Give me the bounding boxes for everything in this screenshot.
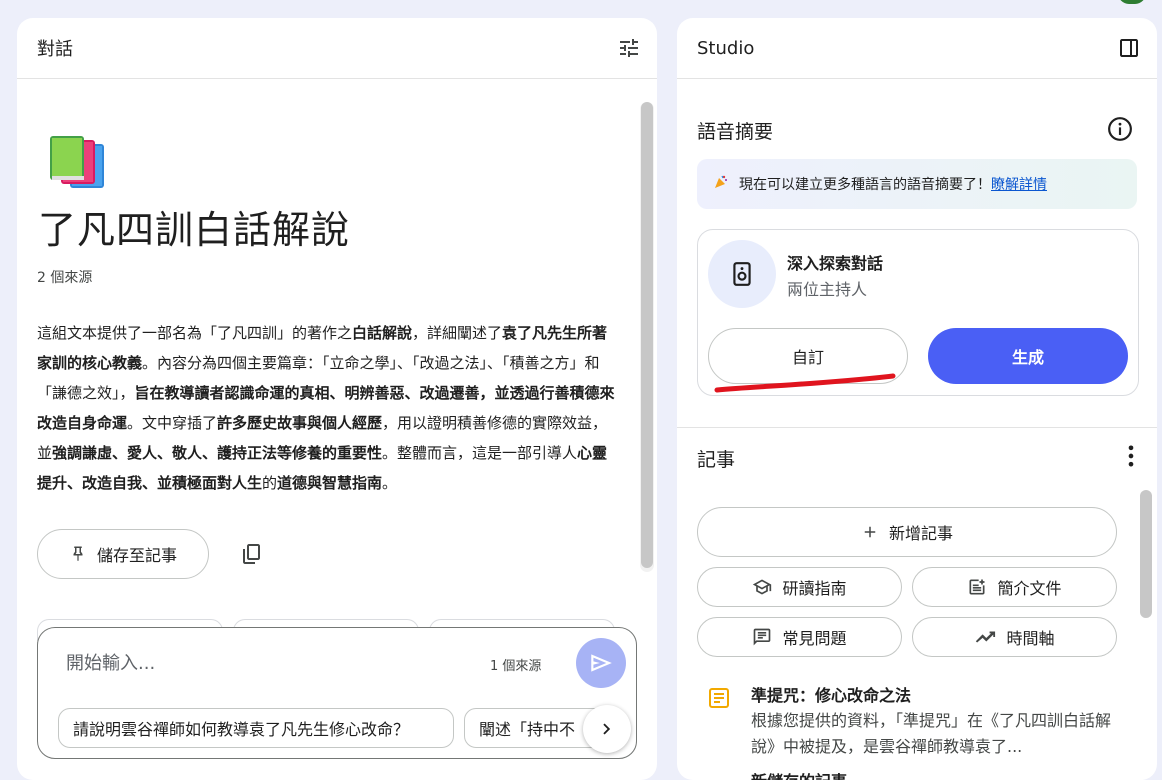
save-to-note-button[interactable]: 儲存至記事 xyxy=(37,529,209,579)
audio-card-title: 深入探索對話 xyxy=(787,254,884,273)
collapse-panel-icon[interactable] xyxy=(1113,32,1145,64)
next-note-peek: 新儲存的記事 xyxy=(751,770,847,780)
section-divider xyxy=(677,427,1157,428)
school-icon xyxy=(753,579,772,595)
faq-label: 常見問題 xyxy=(782,629,847,648)
info-icon[interactable] xyxy=(1107,116,1133,146)
add-note-button[interactable]: 新增記事 xyxy=(697,507,1117,557)
party-popper-icon xyxy=(713,174,729,194)
composer-source-count: 1 個來源 xyxy=(490,659,542,674)
study-guide-button[interactable]: 研讀指南 xyxy=(697,567,902,607)
more-vert-icon[interactable] xyxy=(1117,442,1145,474)
summary-bold-text: 許多歷史故事與個人經歷 xyxy=(217,414,383,432)
suggestion-chip-label: 請說明雲谷禪師如何教導袁了凡先生修心改命？ xyxy=(73,720,410,739)
timeline-button[interactable]: 時間軸 xyxy=(912,617,1117,657)
chat-header: 對話 xyxy=(17,18,657,79)
briefing-doc-label: 簡介文件 xyxy=(997,579,1062,598)
account-avatar[interactable] xyxy=(1118,0,1146,4)
chat-input[interactable] xyxy=(66,648,466,678)
next-suggestions-button[interactable] xyxy=(583,705,631,753)
audio-card-subtitle: 兩位主持人 xyxy=(787,280,868,299)
source-count: 2 個來源 xyxy=(37,270,93,286)
summary-text: 。整體而言，這是一部引導人 xyxy=(382,444,578,462)
faq-icon xyxy=(754,628,771,646)
send-icon xyxy=(591,654,612,672)
summary-text: ，詳細闡述了 xyxy=(412,324,503,342)
generate-button[interactable]: 生成 xyxy=(928,328,1128,384)
studio-title: Studio xyxy=(697,37,755,59)
summary-bold-text: 道德與智慧指南 xyxy=(277,474,383,492)
tune-icon[interactable] xyxy=(613,32,645,64)
chat-panel: 對話 了凡四訓白話解說 2 個來源 這組文本提供了一部名為「了凡四訓」的著作之白… xyxy=(17,18,657,780)
chat-title: 對話 xyxy=(37,39,73,60)
send-button[interactable] xyxy=(576,638,626,688)
timeline-icon xyxy=(976,631,996,643)
save-to-note-label: 儲存至記事 xyxy=(96,546,177,565)
language-banner: 現在可以建立更多種語言的語音摘要了！瞭解詳情 xyxy=(697,159,1137,209)
plus-icon xyxy=(864,526,876,538)
studio-panel: Studio 語音摘要 現在可以建立更多種語言的語音摘要了！瞭解詳情 深入探索對… xyxy=(677,18,1157,780)
summary-text: 這組文本提供了一部名為「了凡四訓」的著作之 xyxy=(37,324,353,342)
summary-text: 。 xyxy=(382,474,398,492)
add-note-label: 新增記事 xyxy=(888,524,953,543)
notes-title: 記事 xyxy=(697,449,736,471)
notebook-summary: 這組文本提供了一部名為「了凡四訓」的著作之白話解說，詳細闡述了袁了凡先生所著家訓… xyxy=(37,318,619,498)
learn-more-link[interactable]: 瞭解詳情 xyxy=(991,177,1047,193)
summary-text: 。文中穿插了 xyxy=(127,414,218,432)
studio-header: Studio xyxy=(677,18,1157,79)
audio-overview-title: 語音摘要 xyxy=(697,121,774,143)
banner-text: 現在可以建立更多種語言的語音摘要了！ xyxy=(739,177,991,193)
books-icon xyxy=(50,136,104,188)
summary-bold-text: 白話解說 xyxy=(352,324,413,342)
chat-scrollbar[interactable] xyxy=(641,102,653,568)
generate-label: 生成 xyxy=(1011,348,1044,367)
summary-bold-text: 強調謙虛、愛人、敬人、護持正法等修養的重要性 xyxy=(52,444,383,462)
study-guide-label: 研讀指南 xyxy=(782,579,847,598)
briefing-doc-button[interactable]: 簡介文件 xyxy=(912,567,1117,607)
customize-label: 自訂 xyxy=(791,348,824,367)
studio-scrollbar[interactable] xyxy=(1140,490,1152,618)
notebook-title: 了凡四訓白話解說 xyxy=(38,208,351,252)
note-preview: 根據您提供的資料，「準提咒」在《了凡四訓白話解說》中被提及，是雲谷禪師教導袁了.… xyxy=(751,711,1112,756)
chevron-right-icon xyxy=(603,723,611,735)
faq-button[interactable]: 常見問題 xyxy=(697,617,902,657)
timeline-label: 時間軸 xyxy=(1006,629,1055,648)
doc-icon xyxy=(969,579,985,595)
suggestion-chip-label: 闡述「持中不 xyxy=(479,720,576,739)
summary-text: 的 xyxy=(262,474,278,492)
note-title: 準提咒：修心改命之法 xyxy=(751,686,912,705)
copy-icon[interactable] xyxy=(236,538,268,570)
note-icon xyxy=(709,688,729,708)
pin-icon xyxy=(73,546,83,561)
chat-composer: 1 個來源 請說明雲谷禪師如何教導袁了凡先生修心改命？ 闡述「持中不 xyxy=(37,627,637,759)
red-underline-annotation xyxy=(714,373,896,393)
suggestion-chip[interactable]: 請說明雲谷禪師如何教導袁了凡先生修心改命？ xyxy=(58,708,454,748)
speaker-icon xyxy=(708,240,776,308)
